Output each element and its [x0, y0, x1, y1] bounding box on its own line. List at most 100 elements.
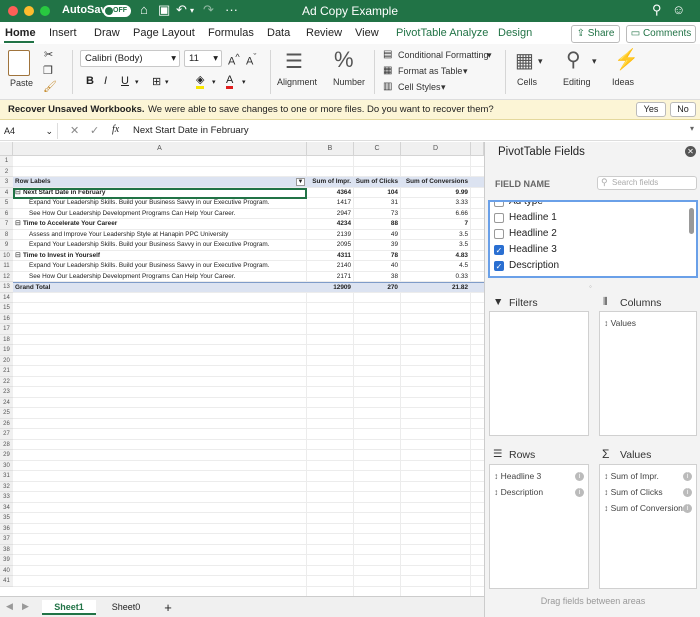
tab-formulas[interactable]: Formulas — [208, 27, 254, 39]
grid-row[interactable] — [13, 366, 484, 377]
checkbox-checked-icon[interactable]: ✓ — [494, 245, 504, 255]
clicks-value[interactable]: 88 — [354, 219, 401, 230]
grid-row[interactable] — [13, 492, 484, 503]
bold-icon[interactable]: B — [86, 75, 94, 87]
cancel-icon[interactable]: ✕ — [70, 124, 79, 137]
italic-icon[interactable]: I — [104, 75, 107, 87]
smiley-icon[interactable]: ☺ — [672, 2, 685, 17]
row-header[interactable]: 16 — [0, 313, 13, 324]
grid-row[interactable] — [13, 408, 484, 419]
field-list-scrollbar[interactable] — [689, 208, 694, 234]
spreadsheet-grid[interactable]: A B C D 1 2 3 4 5 6 7 8 9 10 11 12 13 14 15 16 17 18 19 20 2… — [0, 142, 484, 596]
sheet-tab-sheet0[interactable]: Sheet0 — [102, 600, 150, 615]
row-header[interactable]: 15 — [0, 303, 13, 314]
borders-icon[interactable]: ⊞ — [152, 75, 161, 88]
chevron-down-icon[interactable]: ▾ — [463, 66, 468, 77]
pivot-item-label[interactable]: Expand Your Leadership Skills. Build you… — [29, 198, 306, 209]
tab-view[interactable]: View — [355, 27, 379, 39]
chevron-down-icon[interactable]: ▾ — [135, 78, 139, 86]
pivot-header-clicks[interactable]: Sum of Clicks — [354, 177, 401, 188]
impr-value[interactable]: 4364 — [307, 188, 354, 199]
info-icon[interactable]: i — [683, 472, 692, 481]
row-header[interactable]: 10 — [0, 250, 13, 261]
recover-yes-button[interactable]: Yes — [636, 102, 666, 117]
conversions-value[interactable]: 3.5 — [401, 230, 471, 241]
column-header-empty[interactable] — [471, 142, 484, 156]
conversions-value[interactable]: 9.99 — [401, 188, 471, 199]
formula-content[interactable]: Next Start Date in February — [133, 125, 249, 136]
area-item[interactable]: ↕ Description — [494, 487, 543, 497]
grid-row[interactable] — [13, 482, 484, 492]
info-icon[interactable]: i — [683, 504, 692, 513]
area-item[interactable]: ↕ Sum of Clicks — [604, 487, 663, 497]
tab-pivottable-analyze[interactable]: PivotTable Analyze — [396, 27, 488, 39]
drag-handle-icon[interactable]: ↕ — [604, 503, 611, 513]
clicks-value[interactable]: 49 — [354, 230, 401, 241]
column-header-d[interactable]: D — [401, 142, 471, 156]
conversions-value[interactable]: 4.5 — [401, 261, 471, 272]
grid-row[interactable] — [13, 576, 484, 587]
scroll-right-icon[interactable]: ▶ — [22, 601, 29, 612]
format-as-table-icon[interactable]: ▦ — [383, 65, 392, 76]
table-row[interactable]: Expand Your Leadership Skills. Build you… — [13, 240, 484, 251]
format-as-table-label[interactable]: Format as Table — [398, 66, 462, 76]
info-icon[interactable]: i — [575, 488, 584, 497]
conversions-value[interactable]: 3.33 — [401, 198, 471, 209]
conversions-value[interactable]: 6.66 — [401, 209, 471, 220]
row-header[interactable]: 36 — [0, 523, 13, 534]
grid-row[interactable] — [13, 429, 484, 440]
grid-row[interactable] — [13, 167, 484, 177]
row-header[interactable]: 26 — [0, 418, 13, 429]
alignment-icon[interactable]: ☰ — [285, 49, 303, 74]
columns-item-values[interactable]: ↕ Values — [604, 318, 636, 328]
row-header[interactable]: 13 — [0, 282, 13, 293]
grid-row[interactable] — [13, 461, 484, 471]
cut-icon[interactable]: ✂ — [44, 48, 53, 61]
collapse-icon[interactable]: ⊟ — [15, 251, 21, 261]
grid-row[interactable] — [13, 377, 484, 387]
pivot-header-conversions[interactable]: Sum of Conversions — [401, 177, 471, 188]
increase-font-icon[interactable]: A^ — [228, 52, 240, 68]
row-header[interactable]: 37 — [0, 534, 13, 545]
search-icon[interactable]: ⚲ — [652, 2, 662, 18]
row-header[interactable]: 7 — [0, 219, 13, 230]
field-list[interactable]: Ad type Headline 1 Headline 2 ✓ Headline 3 ✓ D… — [488, 200, 698, 278]
grid-row[interactable] — [13, 545, 484, 555]
row-header[interactable]: 17 — [0, 324, 13, 335]
confirm-icon[interactable]: ✓ — [90, 124, 99, 137]
collapse-icon[interactable]: ⊟ — [15, 219, 21, 229]
font-color-icon[interactable]: A — [226, 75, 234, 89]
columns-area[interactable]: ↕ Values — [599, 311, 697, 436]
table-row[interactable]: Expand Your Leadership Skills. Build you… — [13, 261, 484, 272]
chevron-down-icon[interactable]: ▾ — [441, 82, 446, 93]
area-item[interactable]: ↕ Sum of Impr. — [604, 471, 659, 481]
row-header[interactable]: 8 — [0, 229, 13, 240]
number-format-icon[interactable]: % — [334, 47, 354, 73]
info-icon[interactable]: i — [683, 488, 692, 497]
grid-row[interactable] — [13, 513, 484, 524]
table-row[interactable]: ⊟ Time to Accelerate Your Career 4234 88 7 — [13, 219, 484, 230]
table-row[interactable]: See How Our Leadership Development Progr… — [13, 272, 484, 282]
grid-row[interactable] — [13, 324, 484, 335]
editing-icon[interactable]: ⚲ — [566, 47, 581, 72]
conversions-value[interactable]: 4.83 — [401, 251, 471, 262]
grid-row[interactable] — [13, 398, 484, 408]
row-header[interactable]: 18 — [0, 334, 13, 345]
table-row[interactable]: See How Our Leadership Development Progr… — [13, 209, 484, 220]
pivot-header-impr[interactable]: Sum of Impr. — [307, 177, 354, 188]
checkbox-icon[interactable] — [494, 213, 504, 223]
area-item[interactable]: ↕ Sum of Conversions — [604, 503, 687, 513]
grid-row[interactable] — [13, 524, 484, 534]
row-header[interactable]: 6 — [0, 208, 13, 219]
drag-handle-icon[interactable]: ↕ — [604, 487, 611, 497]
grid-row[interactable] — [13, 356, 484, 366]
grid-row[interactable] — [13, 503, 484, 513]
fill-color-icon[interactable]: ◈ — [196, 75, 205, 89]
chevron-down-icon[interactable]: ▾ — [487, 50, 492, 61]
row-header[interactable]: 23 — [0, 387, 13, 398]
row-header[interactable]: 40 — [0, 565, 13, 576]
grand-total-impr[interactable]: 12909 — [307, 283, 354, 294]
drag-handle-icon[interactable]: ↕ — [494, 471, 501, 481]
tab-data[interactable]: Data — [267, 27, 290, 39]
grid-row[interactable] — [13, 345, 484, 356]
